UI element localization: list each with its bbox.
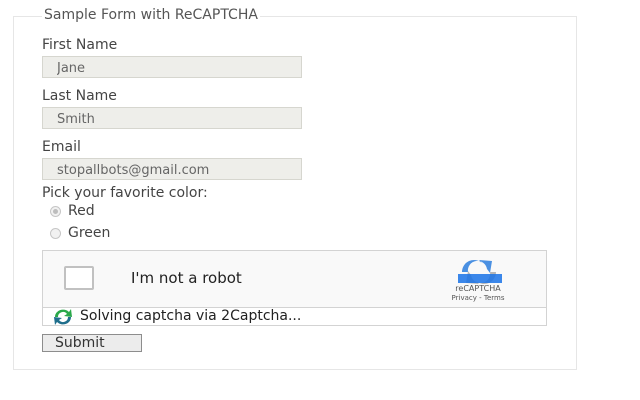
last-name-label: Last Name [42,88,117,104]
recaptcha-checkbox-label: I'm not a robot [131,269,242,287]
first-name-input[interactable] [42,56,302,78]
recaptcha-logo-icon [458,259,502,285]
recaptcha-privacy-terms[interactable]: Privacy - Terms [433,294,523,303]
captcha-solver-status: Solving captcha via 2Captcha... [42,307,547,326]
recaptcha-widget: I'm not a robot reCAPTCHA Privacy - Term… [42,250,547,307]
email-label: Email [42,139,81,155]
last-name-input[interactable] [42,107,302,129]
radio-option-red[interactable]: Red [50,202,95,220]
radio-green-button[interactable] [50,227,61,239]
radio-option-green[interactable]: Green [50,224,110,242]
radio-red-button[interactable] [50,205,61,217]
recaptcha-checkbox[interactable] [64,266,94,290]
recaptcha-brand: reCAPTCHA [455,284,501,293]
first-name-label: First Name [42,37,118,53]
radio-green-label: Green [68,225,111,241]
form-legend: Sample Form with ReCAPTCHA [42,6,260,24]
radio-red-label: Red [68,203,95,219]
solver-status-text: Solving captcha via 2Captcha... [80,308,302,324]
submit-button[interactable]: Submit [42,334,142,352]
color-question-label: Pick your favorite color: [42,185,208,201]
email-input[interactable] [42,158,302,180]
refresh-arrows-icon [54,308,72,325]
